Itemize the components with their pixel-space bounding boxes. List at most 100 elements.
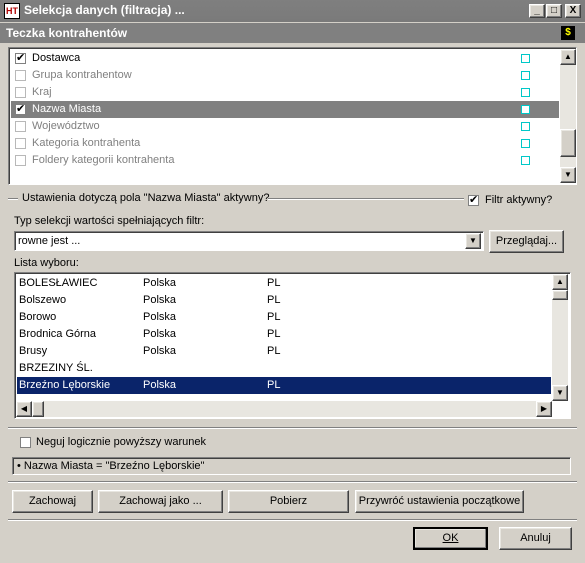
choice-cell-city: BRZEZINY ŚL. bbox=[19, 362, 93, 374]
field-list-scrollbar[interactable]: ▲ ▼ bbox=[560, 49, 576, 183]
field-label: Foldery kategorii kontrahenta bbox=[32, 154, 175, 166]
scrollbar-thumb[interactable] bbox=[560, 129, 576, 157]
cancel-button[interactable]: Anuluj bbox=[499, 527, 572, 550]
scroll-up-arrow-icon[interactable]: ▲ bbox=[560, 49, 576, 65]
field-indicator-box[interactable] bbox=[521, 139, 530, 148]
check-icon: ✔ bbox=[16, 52, 26, 64]
field-label: Nazwa Miasta bbox=[32, 103, 102, 115]
choice-list-row[interactable]: Brzeźno Lęborskie Polska PL bbox=[17, 377, 551, 394]
choice-cell-code: PL bbox=[267, 345, 281, 357]
ok-label: OK bbox=[442, 532, 459, 544]
choice-cell-country: Polska bbox=[143, 277, 177, 289]
field-indicator-box[interactable] bbox=[521, 122, 530, 131]
choice-cell-code: PL bbox=[267, 328, 281, 340]
choice-cell-city: BOLESŁAWIEC bbox=[19, 277, 98, 289]
title-bar[interactable]: HT Selekcja danych (filtracja) ... _ □ X bbox=[0, 0, 585, 22]
field-indicator-box[interactable] bbox=[521, 156, 530, 165]
choice-list-hscrollbar[interactable]: ◀ ▶ bbox=[16, 401, 552, 417]
close-button[interactable]: X bbox=[565, 4, 581, 18]
load-button[interactable]: Pobierz bbox=[228, 490, 349, 513]
app-icon: HT bbox=[4, 3, 20, 19]
field-label: Dostawca bbox=[32, 52, 81, 64]
summary-text: • Nazwa Miasta = "Brzeźno Lęborskie" bbox=[17, 460, 205, 472]
chevron-down-icon[interactable]: ▼ bbox=[465, 233, 481, 249]
choice-list[interactable]: BOLESŁAWIEC Polska PL Bolszewo Polska PL Borow… bbox=[14, 272, 571, 419]
field-list-item[interactable]: Kraj bbox=[11, 84, 559, 101]
field-checkbox[interactable] bbox=[15, 121, 26, 132]
scroll-up-arrow-icon[interactable]: ▲ bbox=[552, 274, 568, 290]
selection-type-combo[interactable]: rowne jest ... ▼ bbox=[14, 231, 484, 251]
choice-cell-country: Polska bbox=[143, 379, 177, 391]
minimize-button[interactable]: _ bbox=[529, 4, 545, 18]
field-list-item[interactable]: Województwo bbox=[11, 118, 559, 135]
ok-button[interactable]: OK bbox=[413, 527, 488, 550]
browse-button[interactable]: Przeglądaj... bbox=[489, 230, 564, 253]
scroll-down-arrow-icon[interactable]: ▼ bbox=[552, 385, 568, 401]
choice-cell-code: PL bbox=[267, 379, 281, 391]
field-indicator-box[interactable] bbox=[521, 71, 530, 80]
window-title: Selekcja danych (filtracja) ... bbox=[24, 3, 185, 17]
choice-cell-city: Bolszewo bbox=[19, 294, 67, 306]
field-label: Grupa kontrahentow bbox=[32, 69, 132, 81]
maximize-button[interactable]: □ bbox=[546, 4, 562, 18]
save-as-button[interactable]: Zachowaj jako ... bbox=[98, 490, 223, 513]
field-list[interactable]: ✔ Dostawca Grupa kontrahentow Kraj ✔ Nazwa Mi… bbox=[8, 47, 577, 185]
choice-cell-city: Brusy bbox=[19, 345, 48, 357]
divider bbox=[8, 427, 577, 429]
field-checkbox[interactable] bbox=[15, 155, 26, 166]
dollar-icon[interactable]: $ bbox=[561, 26, 575, 40]
choice-cell-city: Borowo bbox=[19, 311, 57, 323]
field-indicator-box[interactable] bbox=[521, 105, 530, 114]
choice-cell-code: PL bbox=[267, 277, 281, 289]
save-button[interactable]: Zachowaj bbox=[12, 490, 93, 513]
field-indicator-box[interactable] bbox=[521, 54, 530, 63]
choice-cell-country: Polska bbox=[143, 311, 177, 323]
scroll-right-arrow-icon[interactable]: ▶ bbox=[536, 401, 552, 417]
divider bbox=[8, 481, 577, 483]
group-divider bbox=[268, 198, 464, 200]
field-list-item[interactable]: Kategoria kontrahenta bbox=[11, 135, 559, 152]
hscroll-thumb[interactable] bbox=[32, 401, 44, 417]
filter-active-label: Filtr aktywny? bbox=[485, 194, 553, 206]
field-list-item[interactable]: ✔ Nazwa Miasta bbox=[11, 101, 559, 118]
choice-list-row[interactable]: Bolszewo Polska PL bbox=[17, 292, 551, 309]
choice-list-vscrollbar[interactable]: ▲ ▼ bbox=[552, 274, 568, 401]
scroll-left-arrow-icon[interactable]: ◀ bbox=[16, 401, 32, 417]
scroll-down-arrow-icon[interactable]: ▼ bbox=[560, 167, 576, 183]
field-checkbox[interactable] bbox=[15, 87, 26, 98]
choice-cell-city: Brodnica Górna bbox=[19, 328, 97, 340]
field-label: Kraj bbox=[32, 86, 52, 98]
choice-list-row[interactable]: Brusy Polska PL bbox=[17, 343, 551, 360]
choice-cell-country: Polska bbox=[143, 328, 177, 340]
divider bbox=[8, 519, 577, 521]
restore-defaults-button[interactable]: Przywróć ustawienia początkowe bbox=[355, 490, 524, 513]
filter-active-checkbox[interactable]: ✔ bbox=[468, 194, 479, 206]
choice-list-row[interactable]: Borowo Polska PL bbox=[17, 309, 551, 326]
choice-cell-city: Brzeźno Lęborskie bbox=[19, 379, 111, 391]
check-icon: ✔ bbox=[16, 103, 26, 115]
field-label: Kategoria kontrahenta bbox=[32, 137, 141, 149]
section-title: Teczka kontrahentów bbox=[6, 26, 128, 40]
field-checkbox[interactable] bbox=[15, 138, 26, 149]
section-header: Teczka kontrahentów $ bbox=[0, 23, 585, 43]
field-list-item[interactable]: Foldery kategorii kontrahenta bbox=[11, 152, 559, 169]
group-divider bbox=[8, 198, 18, 200]
settings-group-label: Ustawienia dotyczą pola "Nazwa Miasta" a… bbox=[22, 192, 270, 204]
field-list-item[interactable]: Grupa kontrahentow bbox=[11, 67, 559, 84]
choice-cell-code: PL bbox=[267, 294, 281, 306]
field-list-item[interactable]: ✔ Dostawca bbox=[11, 50, 559, 67]
vscroll-thumb[interactable] bbox=[552, 290, 568, 300]
field-checkbox[interactable]: ✔ bbox=[15, 52, 26, 64]
field-indicator-box[interactable] bbox=[521, 88, 530, 97]
choice-cell-country: Polska bbox=[143, 294, 177, 306]
selection-type-label: Typ selekcji wartości spełniających filt… bbox=[14, 215, 205, 227]
field-checkbox[interactable] bbox=[15, 70, 26, 81]
field-checkbox[interactable]: ✔ bbox=[15, 103, 26, 115]
negate-checkbox[interactable] bbox=[20, 437, 31, 448]
summary-box: • Nazwa Miasta = "Brzeźno Lęborskie" bbox=[12, 457, 571, 475]
choice-list-row[interactable]: Brodnica Górna Polska PL bbox=[17, 326, 551, 343]
field-label: Województwo bbox=[32, 120, 100, 132]
negate-label: Neguj logicznie powyższy warunek bbox=[36, 436, 206, 448]
choice-list-row[interactable]: BOLESŁAWIEC Polska PL bbox=[17, 275, 551, 292]
choice-list-row[interactable]: BRZEZINY ŚL. bbox=[17, 360, 551, 377]
